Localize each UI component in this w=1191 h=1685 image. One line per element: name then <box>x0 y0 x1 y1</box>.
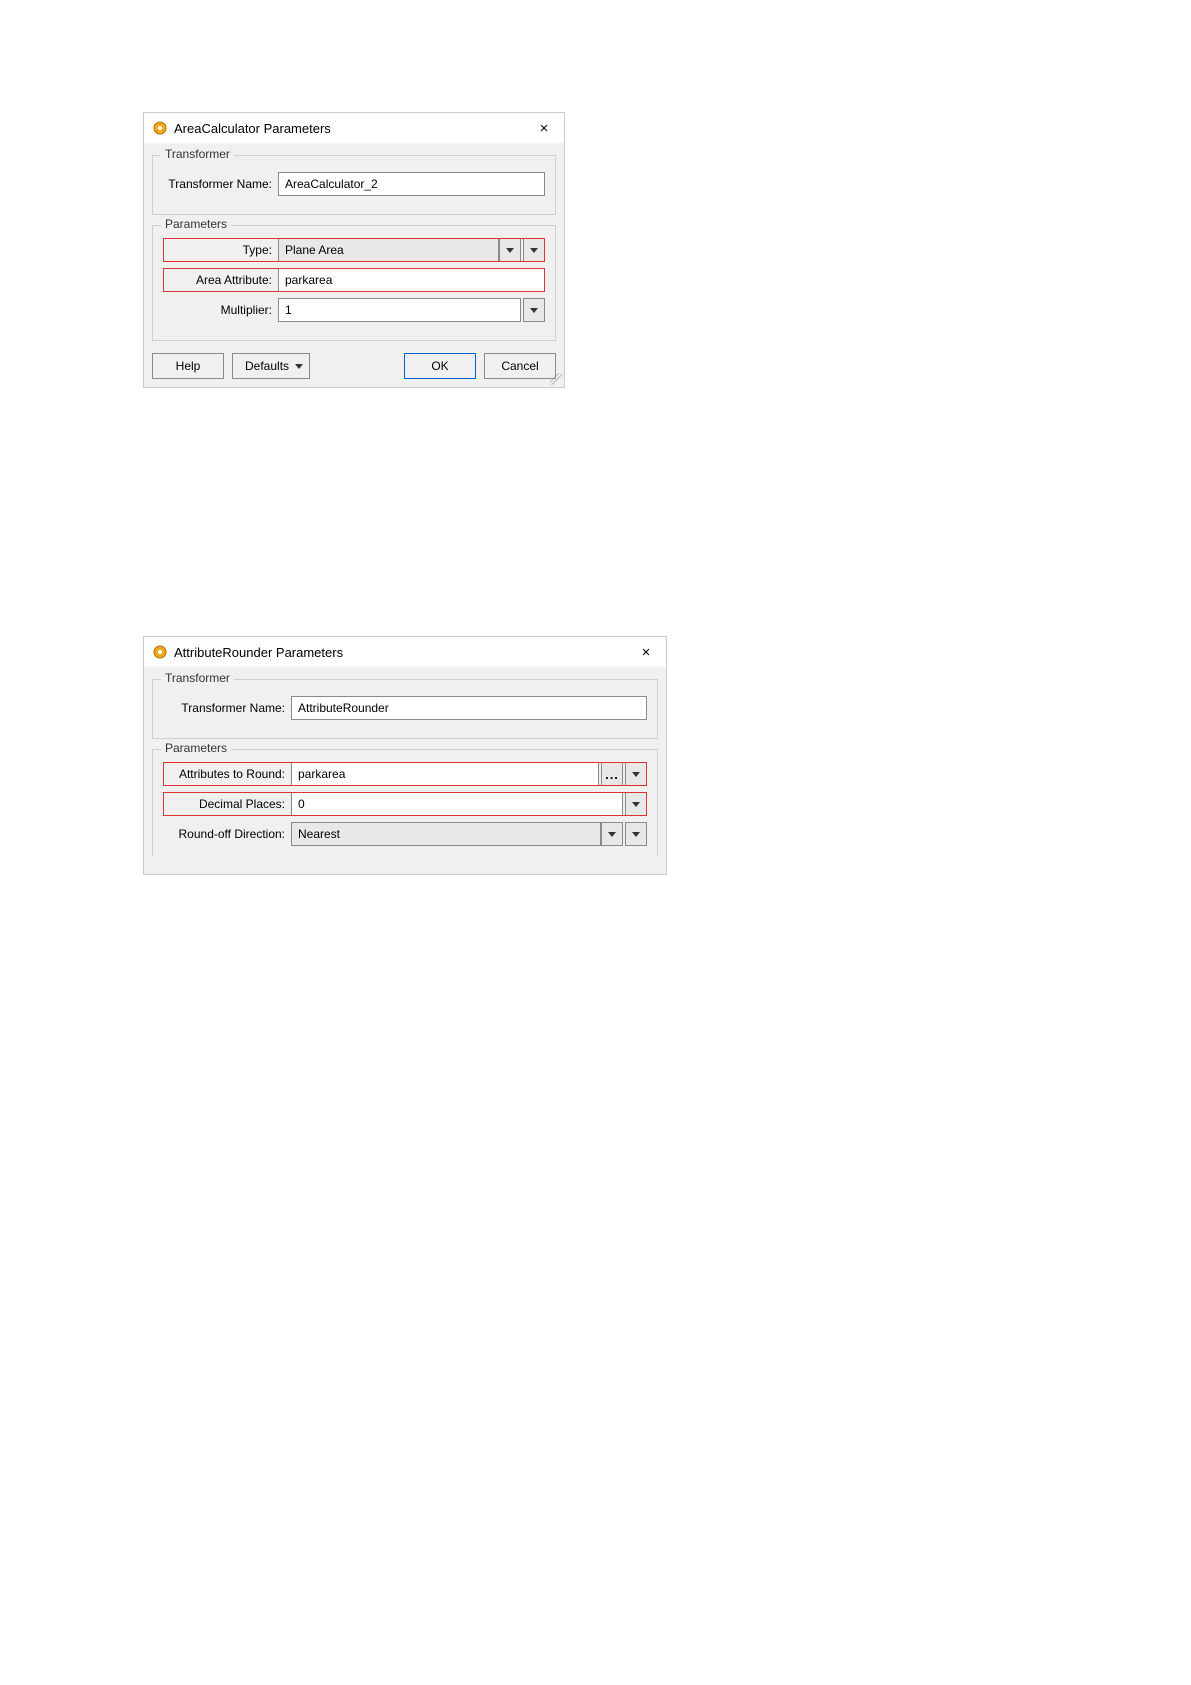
multiplier-label: Multiplier: <box>163 303 278 317</box>
multiplier-combo: 1 <box>278 298 545 322</box>
attributes-to-round-row: Attributes to Round: parkarea ... <box>163 762 647 786</box>
attributes-to-round-combo: parkarea ... <box>291 762 647 786</box>
attributes-picker-button[interactable]: ... <box>601 762 623 786</box>
chevron-down-icon <box>608 832 616 837</box>
round-off-direction-input[interactable]: Nearest <box>291 822 601 846</box>
decimal-places-menu-button[interactable] <box>625 792 647 816</box>
titlebar: AttributeRounder Parameters × <box>144 637 666 667</box>
multiplier-menu-button[interactable] <box>523 298 545 322</box>
help-button[interactable]: Help <box>152 353 224 379</box>
round-off-direction-row: Round-off Direction: Nearest <box>163 822 647 846</box>
chevron-down-icon <box>530 248 538 253</box>
transformer-name-input[interactable]: AttributeRounder <box>291 696 647 720</box>
transformer-name-value: AreaCalculator_2 <box>285 177 378 191</box>
area-attribute-row: Area Attribute: parkarea <box>163 268 545 292</box>
attributes-menu-button[interactable] <box>625 762 647 786</box>
round-off-direction-dropdown-button[interactable] <box>601 822 623 846</box>
type-value: Plane Area <box>285 243 344 257</box>
attributes-to-round-input[interactable]: parkarea <box>291 762 599 786</box>
type-combo: Plane Area <box>278 238 545 262</box>
fme-transformer-icon <box>152 644 168 660</box>
chevron-down-icon <box>530 308 538 313</box>
area-attribute-value: parkarea <box>285 273 332 287</box>
transformer-name-label: Transformer Name: <box>163 701 291 715</box>
fme-transformer-icon <box>152 120 168 136</box>
chevron-down-icon <box>632 832 640 837</box>
ellipsis-icon: ... <box>605 767 619 782</box>
attributes-to-round-value: parkarea <box>298 767 345 781</box>
multiplier-input[interactable]: 1 <box>278 298 521 322</box>
dialog-title: AttributeRounder Parameters <box>174 645 632 660</box>
area-attribute-input[interactable]: parkarea <box>278 268 545 292</box>
round-off-direction-combo: Nearest <box>291 822 647 846</box>
transformer-name-row: Transformer Name: AttributeRounder <box>163 696 647 720</box>
type-input[interactable]: Plane Area <box>278 238 499 262</box>
round-off-direction-value: Nearest <box>298 827 340 841</box>
group-legend: Transformer <box>161 147 234 161</box>
group-legend: Parameters <box>161 217 231 231</box>
transformer-group: Transformer Transformer Name: AreaCalcul… <box>152 155 556 215</box>
parameters-group: Parameters Attributes to Round: parkarea… <box>152 749 658 856</box>
type-dropdown-button[interactable] <box>499 238 521 262</box>
multiplier-row: Multiplier: 1 <box>163 298 545 322</box>
resize-grip-icon[interactable] <box>550 373 562 385</box>
attributerounder-parameters-dialog: AttributeRounder Parameters × Transforme… <box>143 636 667 875</box>
group-legend: Transformer <box>161 671 234 685</box>
titlebar: AreaCalculator Parameters × <box>144 113 564 143</box>
dialog-body: Transformer Transformer Name: AttributeR… <box>144 667 666 874</box>
areacalculator-parameters-dialog: AreaCalculator Parameters × Transformer … <box>143 112 565 388</box>
button-row: Help Defaults OK Cancel <box>152 353 556 379</box>
area-attribute-label: Area Attribute: <box>163 273 278 287</box>
transformer-name-value: AttributeRounder <box>298 701 389 715</box>
close-button[interactable]: × <box>530 117 558 139</box>
close-icon: × <box>642 644 651 661</box>
type-row: Type: Plane Area <box>163 238 545 262</box>
round-off-direction-label: Round-off Direction: <box>163 827 291 841</box>
chevron-down-icon <box>506 248 514 253</box>
chevron-down-icon <box>295 364 303 369</box>
type-menu-button[interactable] <box>523 238 545 262</box>
decimal-places-value: 0 <box>298 797 305 811</box>
parameters-group: Parameters Type: Plane Area Area Attribu… <box>152 225 556 341</box>
decimal-places-row: Decimal Places: 0 <box>163 792 647 816</box>
transformer-name-label: Transformer Name: <box>163 177 278 191</box>
transformer-group: Transformer Transformer Name: AttributeR… <box>152 679 658 739</box>
round-off-direction-menu-button[interactable] <box>625 822 647 846</box>
defaults-button[interactable]: Defaults <box>232 353 310 379</box>
multiplier-value: 1 <box>285 303 292 317</box>
transformer-name-row: Transformer Name: AreaCalculator_2 <box>163 172 545 196</box>
decimal-places-input[interactable]: 0 <box>291 792 623 816</box>
decimal-places-label: Decimal Places: <box>163 797 291 811</box>
transformer-name-input[interactable]: AreaCalculator_2 <box>278 172 545 196</box>
chevron-down-icon <box>632 772 640 777</box>
dialog-title: AreaCalculator Parameters <box>174 121 530 136</box>
ok-button[interactable]: OK <box>404 353 476 379</box>
dialog-body: Transformer Transformer Name: AreaCalcul… <box>144 143 564 387</box>
attributes-to-round-label: Attributes to Round: <box>163 767 291 781</box>
cancel-button[interactable]: Cancel <box>484 353 556 379</box>
type-label: Type: <box>163 243 278 257</box>
chevron-down-icon <box>632 802 640 807</box>
close-button[interactable]: × <box>632 641 660 663</box>
decimal-places-combo: 0 <box>291 792 647 816</box>
close-icon: × <box>540 120 549 137</box>
group-legend: Parameters <box>161 741 231 755</box>
